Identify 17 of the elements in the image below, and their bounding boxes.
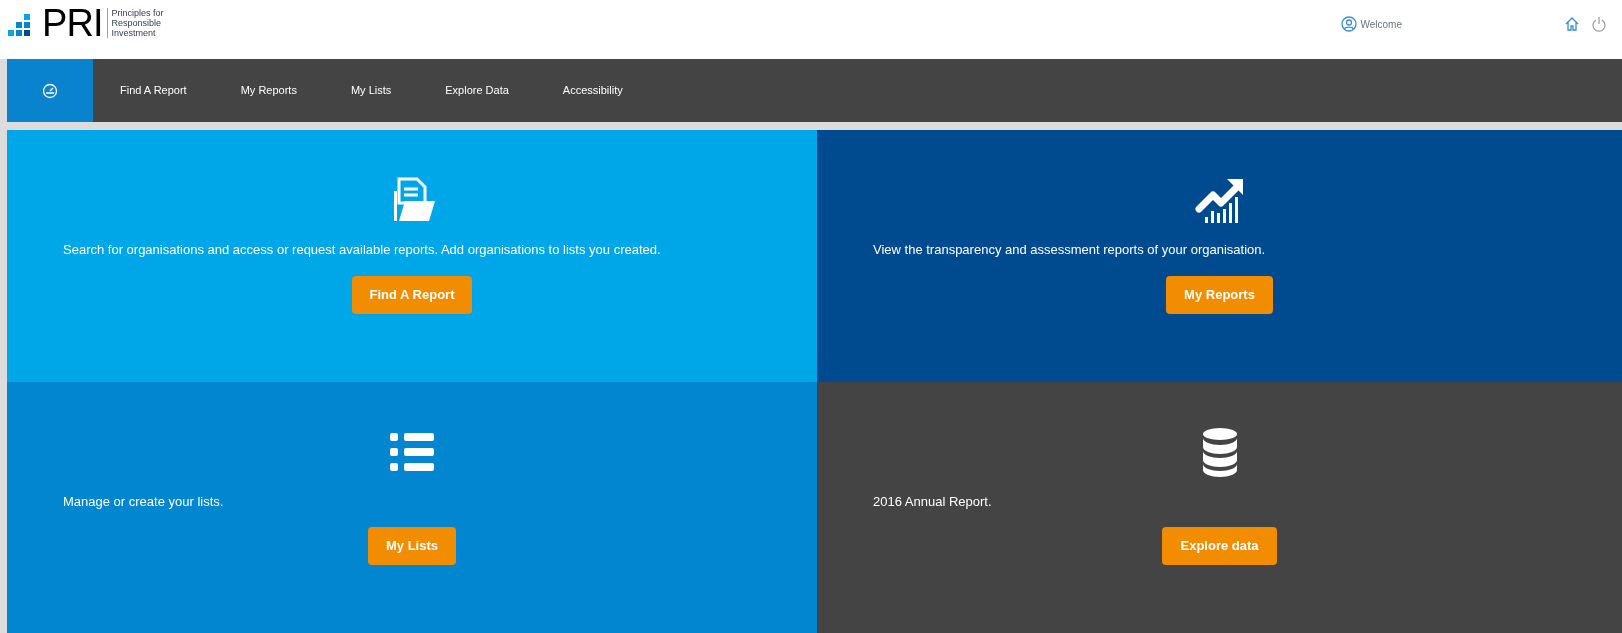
dashboard-icon [42, 82, 58, 99]
tile-description: 2016 Annual Report. [872, 492, 992, 511]
nav-tab[interactable]: My Lists [323, 59, 419, 122]
logo-tagline: Principles for Responsible Investment [106, 8, 164, 38]
database-icon [1200, 426, 1239, 477]
power-icon[interactable] [1592, 16, 1606, 32]
nav-tab[interactable]: Find A Report [93, 59, 214, 122]
user-menu[interactable]: Welcome [1340, 16, 1402, 32]
logo-wordmark: PRI [42, 4, 103, 42]
nav-tab[interactable]: Accessibility [535, 59, 650, 122]
nav-tab[interactable]: My Reports [213, 59, 324, 122]
nav-tab[interactable]: Explore Data [418, 59, 536, 122]
tile-description: View the transparency and assessment reports of your organisation. [872, 241, 1266, 259]
user-icon [1340, 16, 1357, 32]
tile-description: Manage or create your lists. [62, 492, 224, 511]
tile-description: Search for organisations and access or request available reports. Add organisations to lists you created. [62, 241, 661, 259]
home-icon[interactable] [1564, 16, 1580, 32]
